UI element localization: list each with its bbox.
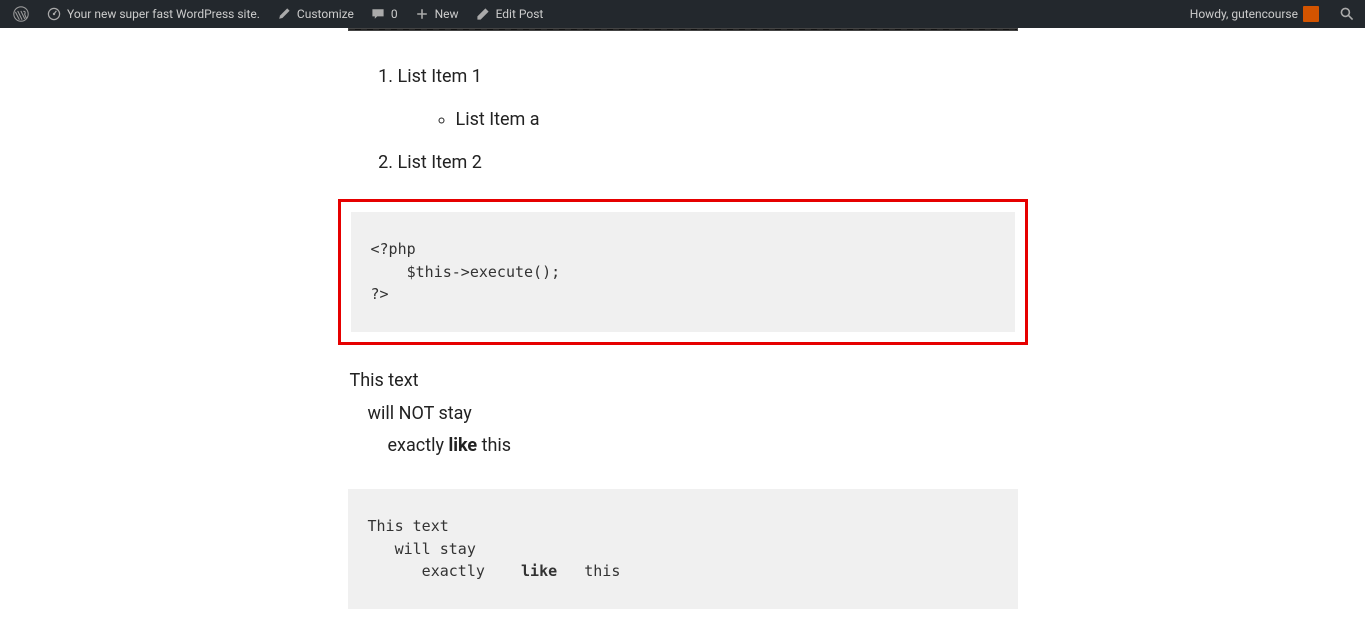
- new-label: New: [435, 7, 459, 21]
- page-viewport[interactable]: List Item 1 List Item a List Item 2 <?ph…: [0, 28, 1365, 627]
- text-line: exactly like this: [350, 432, 1018, 461]
- text-line: This text: [350, 370, 419, 391]
- brush-icon: [276, 6, 292, 22]
- comment-icon: [370, 6, 386, 22]
- customize-label: Customize: [297, 7, 354, 21]
- search-icon: [1339, 6, 1355, 22]
- site-name-menu[interactable]: Your new super fast WordPress site.: [38, 0, 268, 28]
- site-name-label: Your new super fast WordPress site.: [67, 7, 260, 21]
- list-item-text: List Item 2: [398, 152, 482, 173]
- avatar: [1303, 6, 1319, 22]
- collapsed-whitespace-paragraph: This text will NOT stay exactly like thi…: [348, 367, 1018, 461]
- list-item-text: List Item a: [456, 109, 540, 130]
- my-account-menu[interactable]: Howdy, gutencourse: [1182, 0, 1327, 28]
- list-item: List Item a: [456, 106, 1018, 135]
- howdy-label: Howdy, gutencourse: [1190, 7, 1298, 21]
- list-item: List Item 2: [398, 149, 1018, 178]
- customize-link[interactable]: Customize: [268, 0, 362, 28]
- dashboard-icon: [46, 6, 62, 22]
- comments-link[interactable]: 0: [362, 0, 406, 28]
- preformatted-block: This text will stay exactly like this: [348, 489, 1018, 609]
- post-content: List Item 1 List Item a List Item 2 <?ph…: [348, 28, 1018, 627]
- pencil-icon: [475, 6, 491, 22]
- search-toggle[interactable]: [1333, 0, 1361, 28]
- new-content-link[interactable]: New: [406, 0, 467, 28]
- wp-admin-bar: Your new super fast WordPress site. Cust…: [0, 0, 1365, 28]
- edit-post-link[interactable]: Edit Post: [467, 0, 552, 28]
- php-code-block: <?php $this->execute(); ?>: [351, 212, 1015, 332]
- highlighted-code-block: <?php $this->execute(); ?>: [338, 199, 1028, 345]
- comments-count: 0: [391, 7, 398, 21]
- plus-icon: [414, 6, 430, 22]
- edit-post-label: Edit Post: [496, 7, 544, 21]
- text-line: will NOT stay: [350, 400, 1018, 429]
- wordpress-icon: [12, 5, 30, 23]
- nested-unordered-list: List Item a: [398, 106, 1018, 135]
- list-item: List Item 1 List Item a: [398, 63, 1018, 135]
- wp-logo-menu[interactable]: [4, 0, 38, 28]
- ordered-list: List Item 1 List Item a List Item 2: [348, 63, 1018, 177]
- list-item-text: List Item 1: [398, 66, 482, 87]
- separator-bar: [348, 28, 1018, 31]
